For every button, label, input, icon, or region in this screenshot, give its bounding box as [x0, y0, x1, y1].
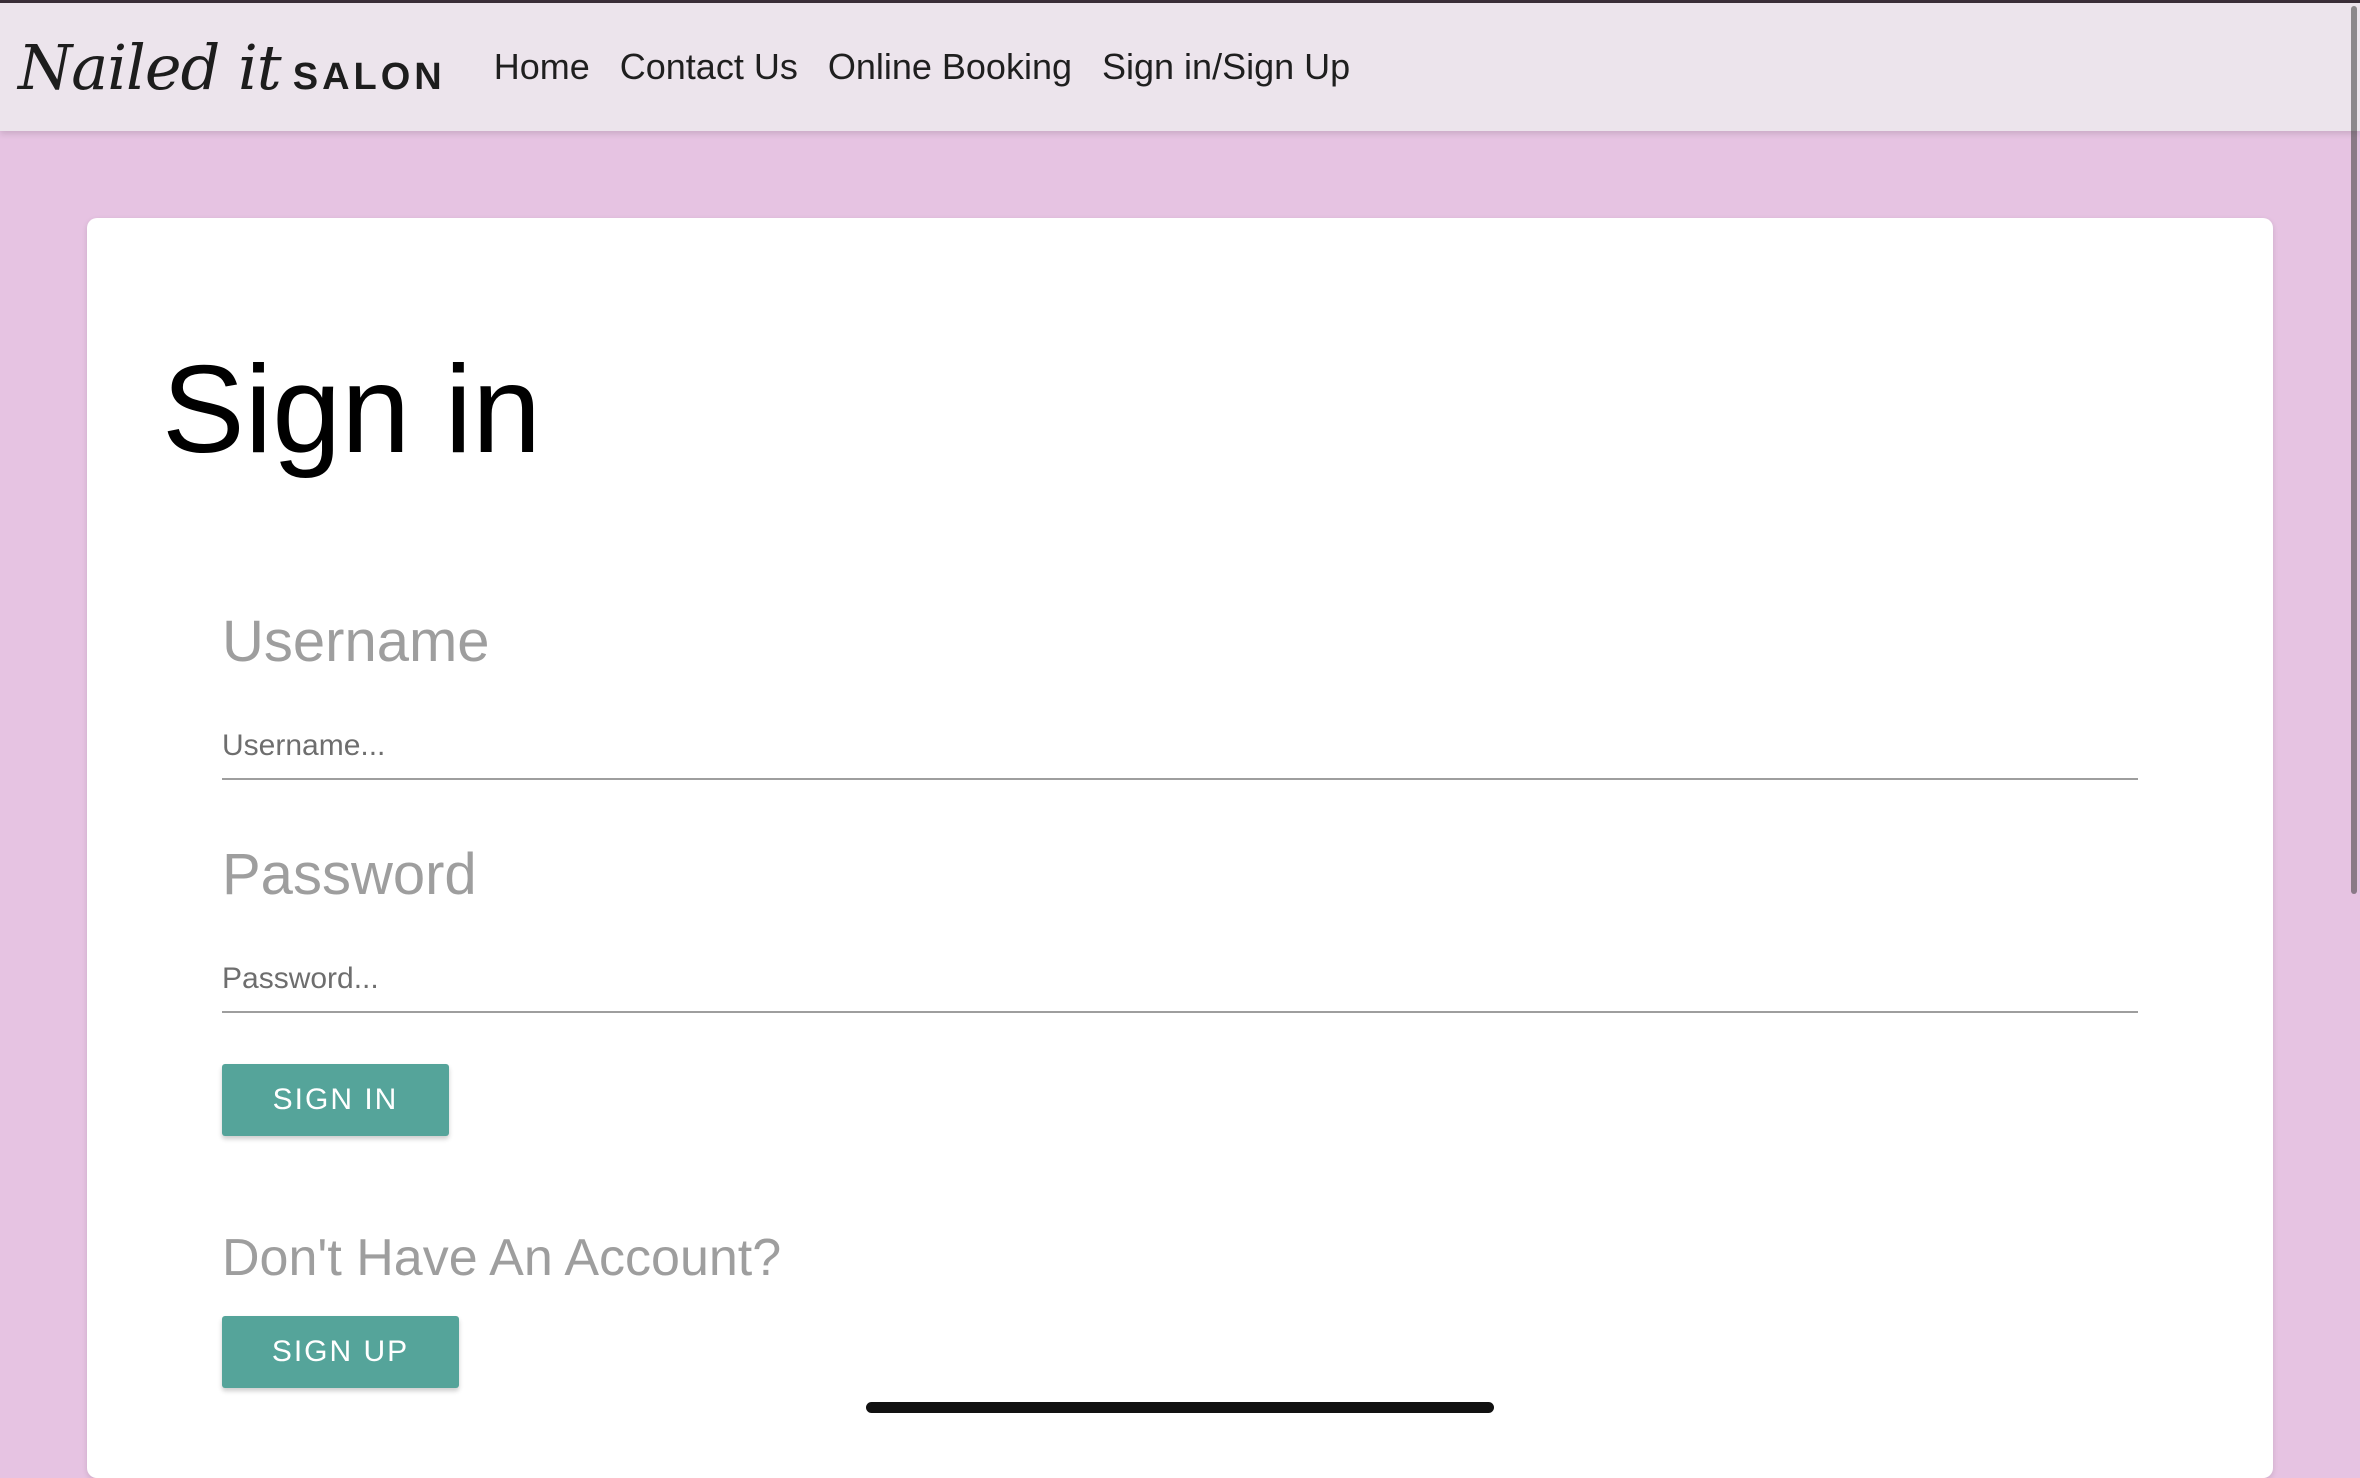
nav-link-online-booking[interactable]: Online Booking — [828, 46, 1072, 88]
page-title: Sign in — [162, 341, 542, 479]
nav-link-home[interactable]: Home — [494, 46, 590, 88]
sign-in-button[interactable]: SIGN IN — [222, 1064, 449, 1136]
brand-script-text: Nailed it — [18, 30, 282, 104]
password-label: Password — [222, 842, 477, 907]
home-indicator — [866, 1402, 1494, 1413]
nav-link-contact-us[interactable]: Contact Us — [620, 46, 798, 88]
brand-logo[interactable]: Nailed it SALON — [18, 31, 446, 104]
brand-salon-text: SALON — [292, 55, 446, 98]
navbar: Nailed it SALON Home Contact Us Online B… — [0, 3, 2360, 131]
nav-links: Home Contact Us Online Booking Sign in/S… — [494, 46, 1380, 88]
sign-up-button[interactable]: SIGN UP — [222, 1316, 459, 1388]
scrollbar-thumb[interactable] — [2351, 6, 2357, 894]
signin-card: Sign in Username Password SIGN IN Don't … — [87, 218, 2273, 1478]
no-account-text: Don't Have An Account? — [222, 1229, 782, 1287]
nav-link-sign-in-sign-up[interactable]: Sign in/Sign Up — [1102, 46, 1350, 88]
username-label: Username — [222, 609, 490, 674]
username-input[interactable] — [222, 714, 2138, 780]
password-input[interactable] — [222, 947, 2138, 1013]
